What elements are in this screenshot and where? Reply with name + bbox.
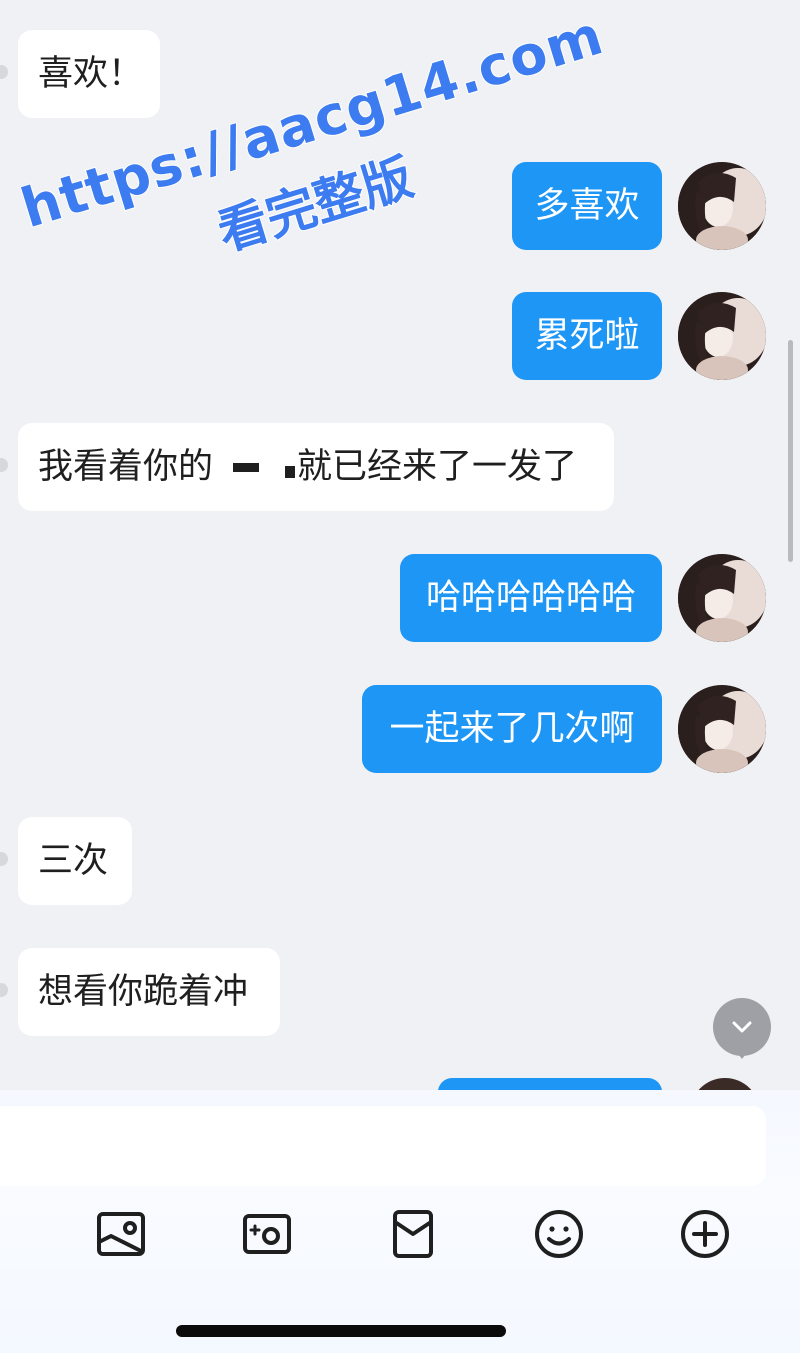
message-text-start: 我看着你的 — [38, 446, 214, 487]
message-bubble-incoming[interactable]: 喜欢！ — [18, 30, 160, 118]
message-input[interactable] — [0, 1106, 766, 1186]
avatar-portrait-icon — [678, 554, 766, 642]
message-text: 累死啦 — [534, 315, 640, 356]
message-text: 多喜欢 — [534, 185, 640, 226]
message-bubble-outgoing-partial[interactable] — [438, 1078, 662, 1090]
message-bubble-incoming[interactable]: 三次 — [18, 817, 132, 905]
camera-button[interactable] — [237, 1204, 297, 1264]
user-avatar[interactable] — [678, 292, 766, 380]
peer-avatar-edge[interactable] — [0, 983, 8, 997]
message-bubble-incoming[interactable]: 我看着你的 就已经来了一发了 — [18, 423, 614, 511]
message-text: 一起来了几次啊 — [389, 708, 635, 749]
message-bubble-outgoing[interactable]: 多喜欢 — [512, 162, 662, 250]
message-bubble-outgoing[interactable]: 一起来了几次啊 — [362, 685, 662, 773]
camera-icon — [243, 1214, 291, 1254]
plus-circle-icon — [681, 1210, 729, 1258]
chat-message-list[interactable]: 喜欢！ 多喜欢 累死啦 我看着你的 就已经来了一发了 哈哈哈哈哈哈 一起来了几次… — [0, 0, 800, 1090]
message-text-end: 就已经来了一发了 — [297, 446, 578, 487]
scrollbar-thumb[interactable] — [788, 340, 793, 562]
censor-mark — [233, 462, 260, 472]
emoji-icon — [535, 1210, 583, 1258]
peer-avatar-edge[interactable] — [0, 65, 8, 79]
emoji-button[interactable] — [529, 1204, 589, 1264]
scroll-to-bottom-button[interactable] — [713, 998, 771, 1059]
peer-avatar-edge[interactable] — [0, 852, 8, 866]
message-text: 哈哈哈哈哈哈 — [425, 577, 636, 618]
red-packet-button[interactable] — [383, 1204, 443, 1264]
avatar-portrait-icon — [678, 162, 766, 250]
home-indicator[interactable] — [176, 1325, 506, 1337]
avatar-portrait-icon — [678, 292, 766, 380]
user-avatar-partial[interactable] — [690, 1078, 760, 1090]
message-bubble-outgoing[interactable]: 累死啦 — [512, 292, 662, 380]
message-text: 想看你跪着冲 — [38, 971, 249, 1012]
message-text: 三次 — [38, 840, 109, 881]
chevron-down-icon — [732, 1021, 752, 1033]
censor-mark — [285, 466, 296, 478]
user-avatar[interactable] — [678, 554, 766, 642]
avatar-portrait-icon — [678, 685, 766, 773]
watermark-caption: 看完整版 — [210, 147, 420, 263]
more-button[interactable] — [675, 1204, 735, 1264]
image-button[interactable] — [91, 1204, 151, 1264]
user-avatar[interactable] — [678, 162, 766, 250]
user-avatar[interactable] — [678, 685, 766, 773]
message-text: 喜欢！ — [38, 53, 144, 94]
red-packet-icon — [393, 1210, 433, 1258]
message-bubble-incoming[interactable]: 想看你跪着冲 — [18, 948, 280, 1036]
message-bubble-outgoing[interactable]: 哈哈哈哈哈哈 — [400, 554, 662, 642]
image-icon — [97, 1212, 145, 1256]
peer-avatar-edge[interactable] — [0, 458, 8, 472]
